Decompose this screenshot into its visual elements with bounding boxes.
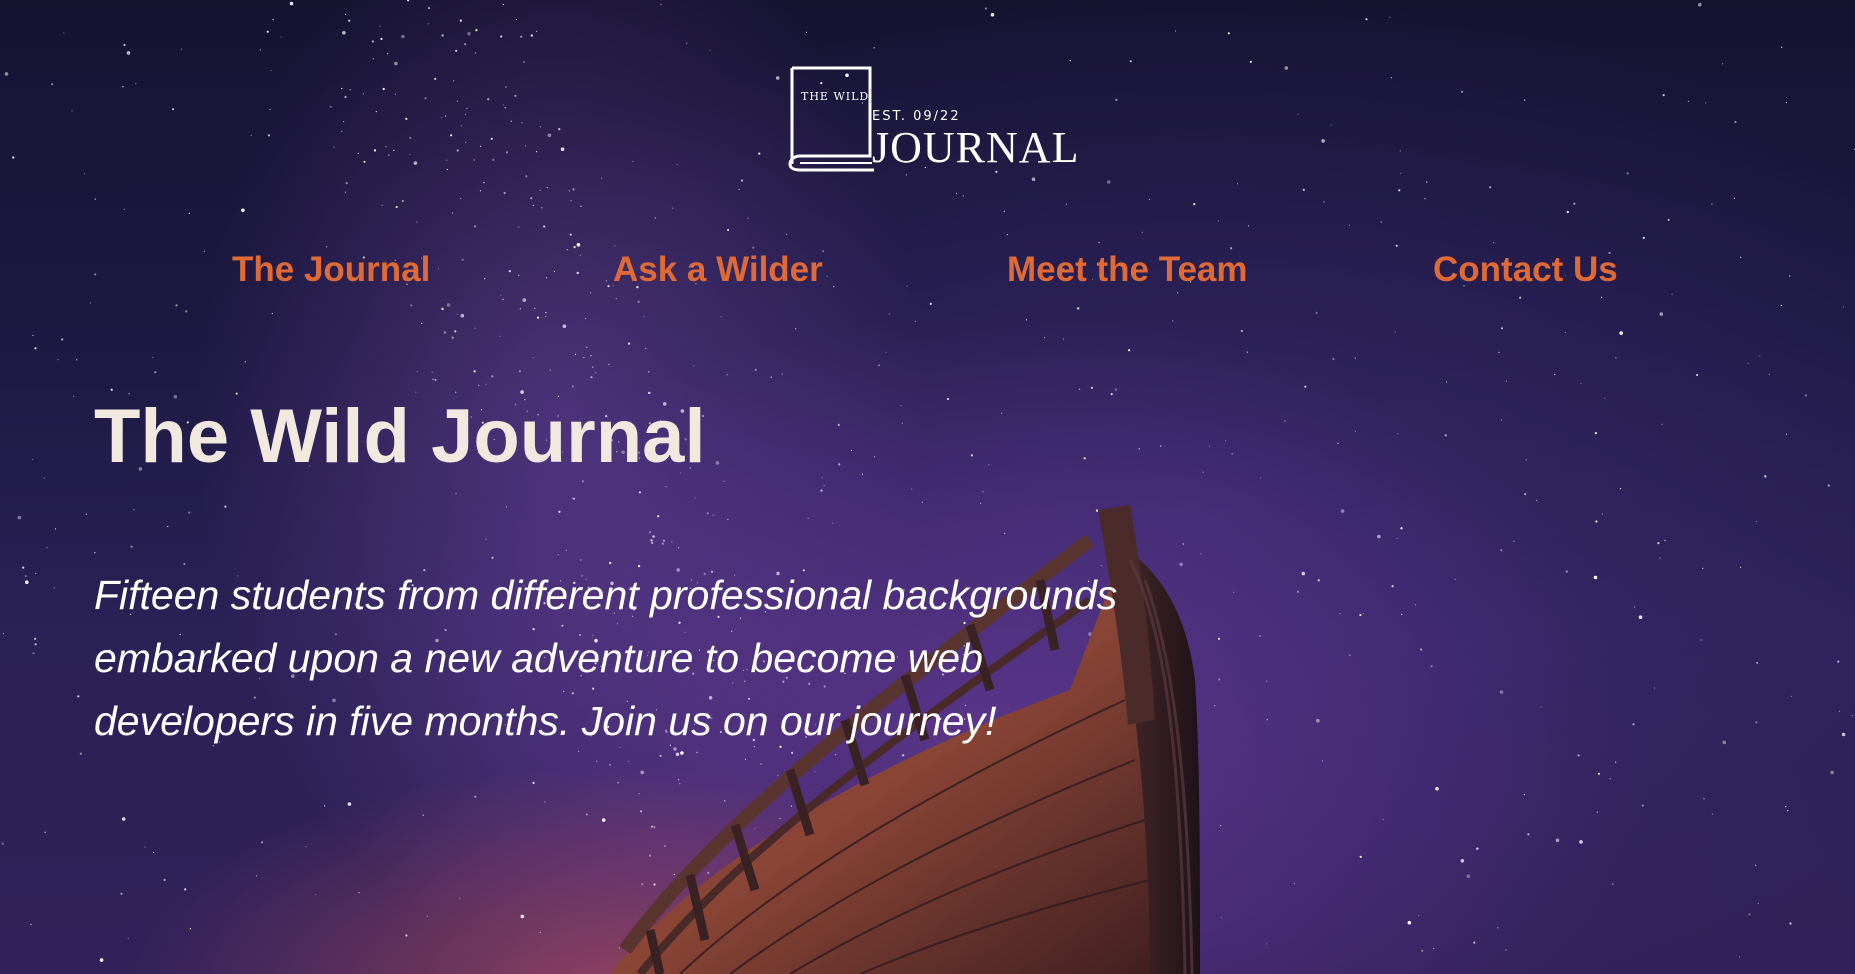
hero-tagline: Fifteen students from different professi…	[94, 572, 1118, 744]
nav-link-ask-a-wilder[interactable]: Ask a Wilder	[613, 250, 823, 290]
nav-link-the-journal[interactable]: The Journal	[232, 250, 430, 290]
logo-small-text: THE WILD	[801, 90, 870, 103]
page-title: The Wild Journal	[94, 394, 706, 479]
main-navigation: The Journal Ask a Wilder Meet the Team C…	[0, 250, 1855, 300]
nav-link-meet-the-team[interactable]: Meet the Team	[1007, 250, 1248, 290]
logo-main-text: JOURNAL	[872, 123, 1080, 172]
book-icon	[788, 66, 874, 172]
nav-link-contact-us[interactable]: Contact Us	[1433, 250, 1618, 290]
logo-established-text: EST. 09/22	[872, 109, 961, 124]
site-logo[interactable]: THE WILD EST. 09/22 JOURNAL	[786, 64, 1078, 174]
hero-section: THE WILD EST. 09/22 JOURNAL The Journal …	[0, 0, 1855, 974]
